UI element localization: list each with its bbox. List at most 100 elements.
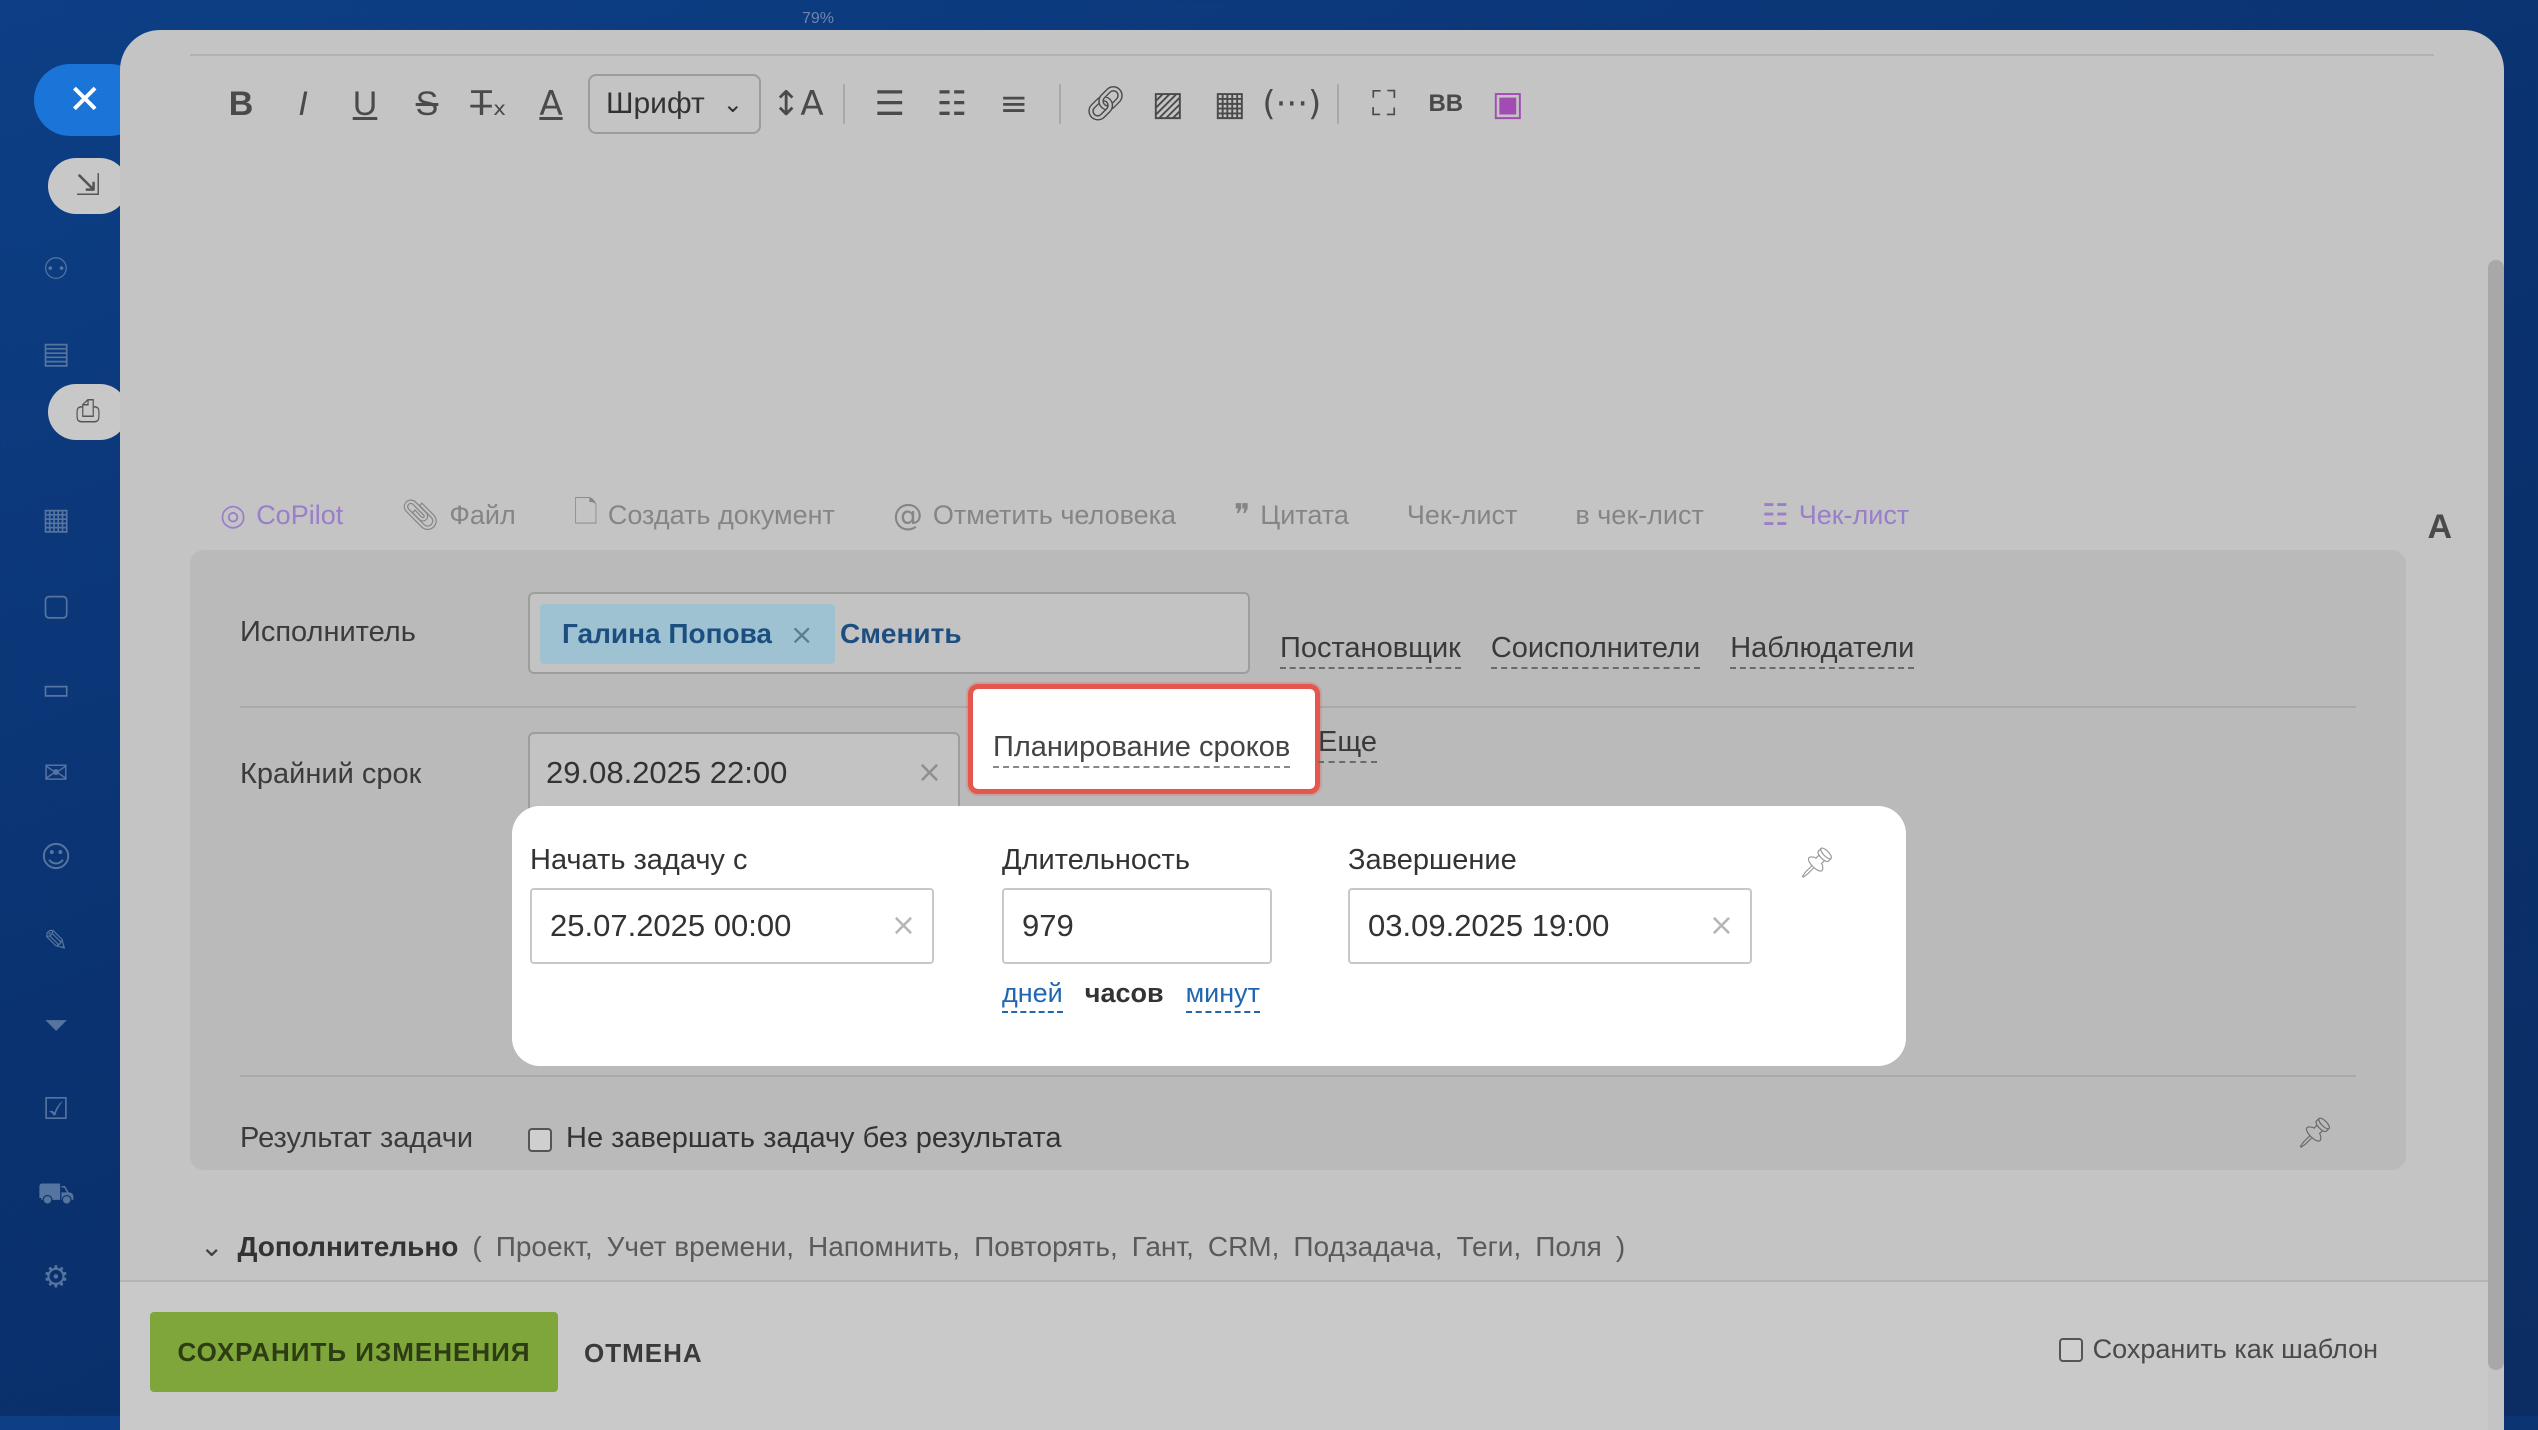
- copilot-button[interactable]: ◎ CoPilot: [220, 498, 343, 533]
- additional-item[interactable]: Напомнить,: [808, 1231, 960, 1263]
- clear-start-icon[interactable]: ×: [891, 890, 916, 962]
- sidebar-drive-icon[interactable]: ▭: [34, 668, 78, 712]
- mention-label: Отметить человека: [932, 499, 1177, 530]
- bbcode-label: BB: [1428, 90, 1464, 117]
- change-assignee-link[interactable]: Сменить: [840, 618, 962, 650]
- deadline-input[interactable]: 29.08.2025 22:00 ×: [528, 732, 960, 814]
- cancel-button[interactable]: ОТМЕНА: [584, 1338, 703, 1369]
- clear-end-icon[interactable]: ×: [1709, 890, 1734, 962]
- additional-item[interactable]: Теги,: [1456, 1231, 1521, 1263]
- additional-item[interactable]: Повторять,: [974, 1231, 1118, 1263]
- remove-assignee-icon[interactable]: ×: [790, 618, 813, 651]
- print-button[interactable]: ⎙: [48, 384, 128, 440]
- align-button[interactable]: ≡: [983, 73, 1045, 135]
- font-size-button[interactable]: ↕A: [767, 73, 829, 135]
- arrow-down-right-icon: ⇲: [75, 168, 101, 203]
- deadline-label: Крайний срок: [240, 758, 422, 790]
- unit-hours-active[interactable]: часов: [1085, 978, 1164, 1013]
- duration-units: дней часов минут: [1002, 978, 1260, 1013]
- sidebar-settings-icon[interactable]: ⚙: [34, 1256, 78, 1300]
- require-result-checkbox[interactable]: [528, 1128, 552, 1152]
- ai-image-button[interactable]: ▣: [1477, 73, 1539, 135]
- more-link[interactable]: Еще: [1318, 726, 1378, 763]
- font-select[interactable]: Шрифт ⌄: [588, 74, 761, 134]
- planning-link-highlight[interactable]: Планирование сроков: [968, 684, 1320, 794]
- quote-label: Цитата: [1260, 499, 1349, 530]
- additional-item[interactable]: CRM,: [1208, 1231, 1280, 1263]
- result-label: Результат задачи: [240, 1122, 474, 1154]
- checklist-button[interactable]: Чек-лист: [1407, 500, 1518, 531]
- to-checklist-button[interactable]: в чек-лист: [1575, 500, 1703, 531]
- font-color-button[interactable]: A: [520, 73, 582, 135]
- planning-link[interactable]: Планирование сроков: [993, 731, 1291, 768]
- bbcode-button[interactable]: BB: [1415, 73, 1477, 135]
- observers-link[interactable]: Наблюдатели: [1730, 632, 1915, 669]
- zoom-label: 79%: [802, 10, 835, 27]
- additional-item[interactable]: Учет времени,: [607, 1231, 794, 1263]
- sidebar-sign-icon[interactable]: ✎: [34, 920, 78, 964]
- save-as-template[interactable]: Сохранить как шаблон: [2058, 1334, 2378, 1365]
- minimize-button[interactable]: ⇲: [48, 158, 128, 214]
- bullet-list-button[interactable]: ☷: [921, 73, 983, 135]
- numbered-list-button[interactable]: ☰: [859, 73, 921, 135]
- bold-button[interactable]: B: [210, 73, 272, 135]
- sidebar-feed-icon[interactable]: ▤: [34, 332, 78, 376]
- panel-scrollbar[interactable]: [2488, 260, 2504, 1370]
- mention-button[interactable]: @ Отметить человека: [893, 498, 1176, 533]
- save-changes-button[interactable]: СОХРАНИТЬ ИЗМЕНЕНИЯ: [150, 1312, 558, 1392]
- unit-days-link[interactable]: дней: [1002, 978, 1063, 1013]
- sidebar-calendar-icon[interactable]: ▦: [34, 498, 78, 542]
- require-result-label: Не завершать задачу без результата: [566, 1122, 1062, 1154]
- quote-button[interactable]: ❞ Цитата: [1234, 498, 1349, 533]
- checklist-label: Чек-лист: [1406, 499, 1518, 530]
- add-checklist-button[interactable]: ☷ Чек-лист: [1762, 498, 1909, 533]
- additional-item[interactable]: Подзадача,: [1293, 1231, 1442, 1263]
- sidebar-network-icon[interactable]: ⚇: [34, 248, 78, 292]
- font-color-icon: A: [539, 84, 563, 124]
- form-divider: [240, 1075, 2356, 1077]
- pin-icon[interactable]: 📌︎: [1798, 846, 1836, 881]
- coassignees-link[interactable]: Соисполнители: [1490, 632, 1701, 669]
- sidebar-shop-icon[interactable]: ⛟: [34, 1172, 78, 1216]
- footer-bar: СОХРАНИТЬ ИЗМЕНЕНИЯ ОТМЕНА Сохранить как…: [120, 1280, 2488, 1430]
- unit-minutes-link[interactable]: минут: [1185, 978, 1260, 1013]
- image-icon: ▨: [1151, 84, 1184, 124]
- file-button[interactable]: 📎︎ Файл: [401, 498, 515, 533]
- toolbar-separator: [842, 84, 845, 124]
- sidebar-docs-icon[interactable]: ▢: [34, 584, 78, 628]
- sidebar-funnel-icon[interactable]: ⏷: [34, 1004, 78, 1048]
- start-date-input[interactable]: 25.07.2025 00:00 ×: [530, 888, 934, 964]
- additional-item[interactable]: Поля: [1535, 1231, 1602, 1263]
- additional-item[interactable]: Проект,: [496, 1231, 593, 1263]
- clear-format-button[interactable]: T̶ₓ: [458, 73, 520, 135]
- strikethrough-button[interactable]: S: [396, 73, 458, 135]
- duration-label: Длительность: [1002, 844, 1190, 876]
- sidebar-tasks-icon[interactable]: ☑: [34, 1088, 78, 1132]
- attachment-bar: ◎ CoPilot 📎︎ Файл 🗋 Создать документ @ О…: [220, 480, 2480, 550]
- create-document-label: Создать документ: [607, 499, 835, 530]
- table-button[interactable]: ▦: [1199, 73, 1261, 135]
- align-left-icon: ≡: [999, 84, 1029, 124]
- deadline-value: 29.08.2025 22:00: [546, 755, 788, 790]
- sidebar-contacts-icon[interactable]: ☺: [34, 836, 78, 880]
- create-document-button[interactable]: 🗋 Создать документ: [574, 490, 835, 541]
- duration-input[interactable]: 979: [1002, 888, 1272, 964]
- link-button[interactable]: 🔗︎: [1075, 73, 1137, 135]
- sidebar-mail-icon[interactable]: ✉: [34, 752, 78, 796]
- save-as-template-checkbox[interactable]: [2058, 1337, 2083, 1362]
- additional-section-toggle[interactable]: ⌄ Дополнительно ( Проект, Учет времени, …: [200, 1230, 1625, 1263]
- creator-link[interactable]: Постановщик: [1280, 632, 1461, 669]
- clear-deadline-icon[interactable]: ×: [917, 734, 942, 812]
- pin-icon[interactable]: 📌︎: [2296, 1116, 2334, 1151]
- underline-button[interactable]: U: [334, 73, 396, 135]
- code-button[interactable]: (···): [1261, 73, 1323, 135]
- additional-item[interactable]: Гант,: [1132, 1231, 1194, 1263]
- italic-button[interactable]: I: [272, 73, 334, 135]
- assignee-selector[interactable]: Галина Попова × Сменить: [528, 592, 1250, 674]
- image-button[interactable]: ▨: [1137, 73, 1199, 135]
- end-date-input[interactable]: 03.09.2025 19:00 ×: [1348, 888, 1752, 964]
- table-icon: ▦: [1213, 84, 1246, 124]
- fullscreen-button[interactable]: ⛶: [1353, 73, 1415, 135]
- chevron-down-icon: ⌄: [200, 1230, 224, 1263]
- text-format-toggle[interactable]: A: [2427, 508, 2452, 547]
